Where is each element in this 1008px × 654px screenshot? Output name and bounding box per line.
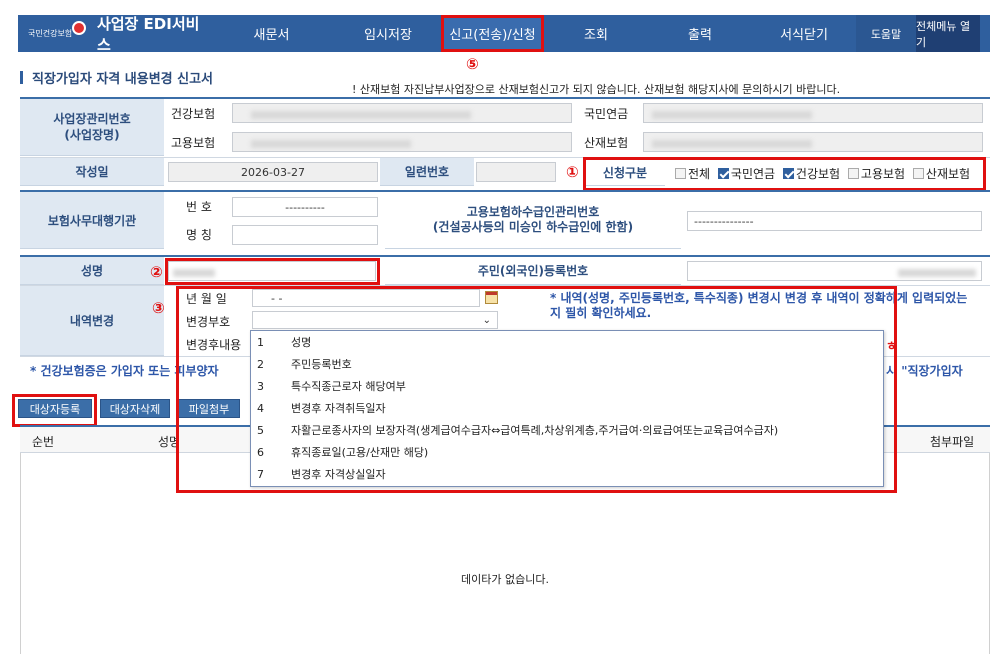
logo-dot-icon [72,20,86,35]
name-field[interactable] [168,261,376,281]
logo-mark: 국민건강보험 [28,20,93,38]
option-1[interactable]: 1 성명 [251,331,883,353]
nav-temp-save[interactable]: 임시저장 [335,15,441,52]
marker-5: ⑤ [466,55,479,73]
pension-label: 국민연금 [578,99,640,127]
subcontract-label: 고용보험하수급인관리번호 (건설공사등의 미승인 하수급인에 한함) [385,192,681,249]
apply-pension-label: 국민연금 [730,167,776,181]
change-code-options: 1 성명 2 주민등록번호 3 특수직종근로자 해당여부 4 변경후 자격취득일자 5 자… [250,330,884,487]
health-card-note: * 건강보험증은 가입자 또는 피부양자 [30,364,219,378]
employ-label: 고용보험 [165,128,227,156]
option-code: 3 [257,379,264,393]
col-name: 성명 [158,435,181,449]
page-title: 직장가입자 자격 내용변경 신고서 [20,68,213,87]
name-label: 성명 [20,257,164,285]
apply-pension-checkbox[interactable] [717,168,729,179]
nav-print[interactable]: 출력 [648,15,752,52]
health-label: 건강보험 [165,99,227,127]
option-4[interactable]: 4 변경후 자격취득일자 [251,397,883,419]
option-5[interactable]: 5 자활근로종사자의 보장자격(생계급여수급자⇔급여특례,차상위계층,주거급여·의… [251,419,883,441]
marker-3: ③ [152,299,165,317]
nav-new-doc[interactable]: 새문서 [208,15,335,52]
apply-type-label: 신청구분 [585,160,665,186]
agency-name-field[interactable] [232,225,378,245]
biz-no-label: 사업장관리번호 (사업장명) [20,99,164,156]
apply-employ-checkbox[interactable] [847,168,859,179]
option-code: 6 [257,445,264,459]
top-nav: 국민건강보험 사업장 EDI서비스 새문서 임시저장 신고(전송)/신청 조회 … [18,14,990,54]
option-3[interactable]: 3 특수직종근로자 해당여부 [251,375,883,397]
option-code: 1 [257,335,264,349]
change-label: 내역변경 [20,286,164,356]
option-label: 변경후 자격취득일자 [291,402,386,415]
industrial-biz-no-field [643,132,983,152]
pension-biz-no-field [643,103,983,123]
rrn-label: 주민(외국인)등록번호 [385,257,681,285]
apply-health-checkbox[interactable] [782,168,794,179]
option-code: 2 [257,357,264,371]
option-7[interactable]: 7 변경후 자격상실일자 [251,463,883,485]
after-label: 변경후내용 [180,334,250,354]
agency-name-label: 명 칭 [180,224,230,244]
calendar-icon[interactable] [485,291,498,304]
attach-button[interactable]: 파일첨부 [178,399,240,418]
nav-all-menu[interactable]: 전체메뉴 열기 [916,15,980,52]
empty-message: 데이타가 없습니다. [461,573,549,586]
health-card-note-tail: 시 "직장가입자 [886,364,963,378]
apply-health-label: 건강보험 [795,167,841,181]
subcontract-field[interactable]: --------------- [687,211,982,231]
change-code-label: 변경부호 [180,311,246,331]
agency-label: 보험사무대행기관 [20,192,164,249]
write-date-label: 작성일 [20,158,164,186]
nav-inquiry[interactable]: 조회 [544,15,648,52]
ym-field[interactable]: - - [252,289,480,307]
option-2[interactable]: 2 주민등록번호 [251,353,883,375]
marker-1: ① [566,163,579,181]
apply-all-checkbox[interactable] [675,168,686,179]
option-code: 4 [257,401,264,415]
agency-no-field[interactable]: ---------- [232,197,378,217]
option-label: 특수직종근로자 해당여부 [291,380,406,393]
serial-field [476,162,556,182]
logo-text: 국민건강보험 [28,28,73,38]
change-note: * 내역(성명, 주민등록번호, 특수직종) 변경시 변경 후 내역이 정확하게… [550,291,968,320]
marker-2: ② [150,263,163,281]
col-seq: 순번 [32,435,55,449]
apply-type-group: 전체 국민연금 건강보험 고용보험 산재보험 [675,165,974,182]
register-button[interactable]: 대상자등록 [18,399,92,418]
option-label: 변경후 자격상실일자 [291,468,386,481]
write-date-field: 2026-03-27 [168,162,378,182]
change-code-select[interactable]: ⌄ [252,311,498,329]
apply-employ-label: 고용보험 [860,167,906,181]
option-6[interactable]: 6 휴직종료일(고용/산재만 해당) [251,441,883,463]
app-title: 사업장 EDI서비스 [96,14,200,54]
option-code: 5 [257,423,264,437]
nav-help[interactable]: 도움말 [856,15,916,52]
ym-label: 년 월 일 [180,289,246,307]
title-bar [20,71,23,84]
col-attach: 첨부파일 [930,435,975,449]
employ-biz-no-field [232,132,572,152]
industrial-label: 산재보험 [578,128,640,156]
health-biz-no-field [232,103,572,123]
delete-button[interactable]: 대상자삭제 [100,399,170,418]
nav-close-form[interactable]: 서식닫기 [752,15,856,52]
logo[interactable]: 국민건강보험 사업장 EDI서비스 [18,14,208,54]
option-label: 성명 [291,336,312,349]
option-label: 주민등록번호 [291,358,352,371]
agency-no-label: 번 호 [180,196,230,216]
option-code: 7 [257,467,264,481]
apply-industrial-label: 산재보험 [925,167,971,181]
option-label: 휴직종료일(고용/산재만 해당) [291,446,429,459]
trailing-mark: ㅎ [886,339,898,353]
apply-all-label: 전체 [688,167,711,181]
chevron-down-icon: ⌄ [482,314,491,326]
serial-label: 일련번호 [380,158,474,186]
option-label: 자활근로종사자의 보장자격(생계급여수급자⇔급여특례,차상위계층,주거급여·의료… [291,424,779,437]
nav-submit[interactable]: 신고(전송)/신청 [441,15,544,52]
rrn-field[interactable] [687,261,982,281]
notice-text: ! 산재보험 자진납부사업장으로 산재보험신고가 되지 않습니다. 산재보험 해… [352,83,841,96]
page-title-text: 직장가입자 자격 내용변경 신고서 [32,72,214,87]
apply-industrial-checkbox[interactable] [912,168,924,179]
